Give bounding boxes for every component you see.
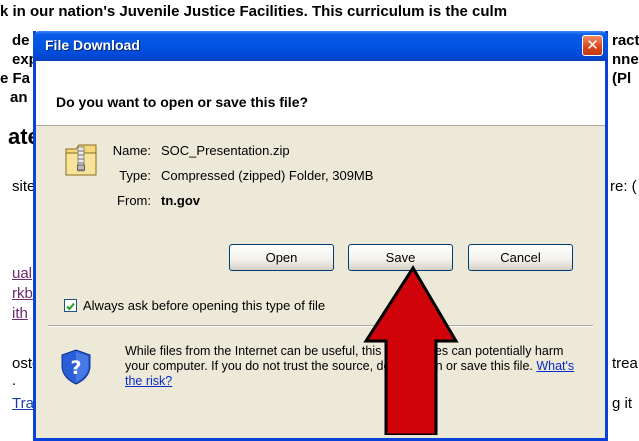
type-label: Type: (119, 168, 151, 183)
shield-question-icon: ? (61, 349, 91, 385)
bg-text-line7-right: trea (612, 355, 638, 372)
bg-text-line6-left: site (12, 178, 36, 195)
always-ask-label: Always ask before opening this type of f… (83, 298, 326, 313)
save-button[interactable]: Save (348, 244, 453, 271)
svg-text:?: ? (70, 357, 81, 379)
security-warning: While files from the Internet can be use… (125, 344, 585, 389)
name-label: Name: (112, 143, 151, 158)
warning-text: While files from the Internet can be use… (125, 344, 564, 373)
open-button[interactable]: Open (229, 244, 334, 271)
name-value: SOC_Presentation.zip (161, 143, 290, 158)
bg-text-line2-left: de (12, 32, 30, 49)
always-ask-checkbox[interactable] (64, 299, 77, 312)
bg-text-line4-left: e Fa (0, 70, 31, 87)
bg-text-line3-right: nne (612, 51, 639, 68)
type-value: Compressed (zipped) Folder, 309MB (161, 168, 374, 183)
bg-text-line4-right: (Pl (612, 70, 632, 87)
close-button[interactable]: ✕ (582, 35, 603, 56)
bg-text-line8-right: g it (612, 395, 633, 412)
bg-text-line6-right: re: ( (610, 178, 637, 195)
close-icon: ✕ (586, 36, 599, 54)
bg-text-line1: k in our nation's Juvenile Justice Facil… (0, 3, 508, 20)
bg-text-line2-right: ract (612, 32, 639, 49)
bg-text-line8-left: . (12, 372, 17, 389)
file-download-dialog: File Download ✕ Do you want to open or s… (33, 31, 608, 441)
dialog-title: File Download (45, 37, 140, 53)
bg-link-ith[interactable]: ith (12, 305, 28, 322)
bg-link-ual[interactable]: ual (12, 265, 32, 282)
dialog-question: Do you want to open or save this file? (56, 94, 309, 110)
bg-link-tra[interactable]: Tra (12, 395, 34, 412)
from-label: From: (117, 193, 151, 208)
dialog-titlebar[interactable]: File Download ✕ (33, 31, 608, 61)
checkmark-icon (66, 302, 75, 311)
bg-link-rkb[interactable]: rkb (12, 285, 33, 302)
dialog-divider (48, 325, 593, 327)
cancel-button[interactable]: Cancel (468, 244, 573, 271)
from-value: tn.gov (161, 193, 200, 208)
bg-text-line5-left: an (10, 89, 28, 106)
